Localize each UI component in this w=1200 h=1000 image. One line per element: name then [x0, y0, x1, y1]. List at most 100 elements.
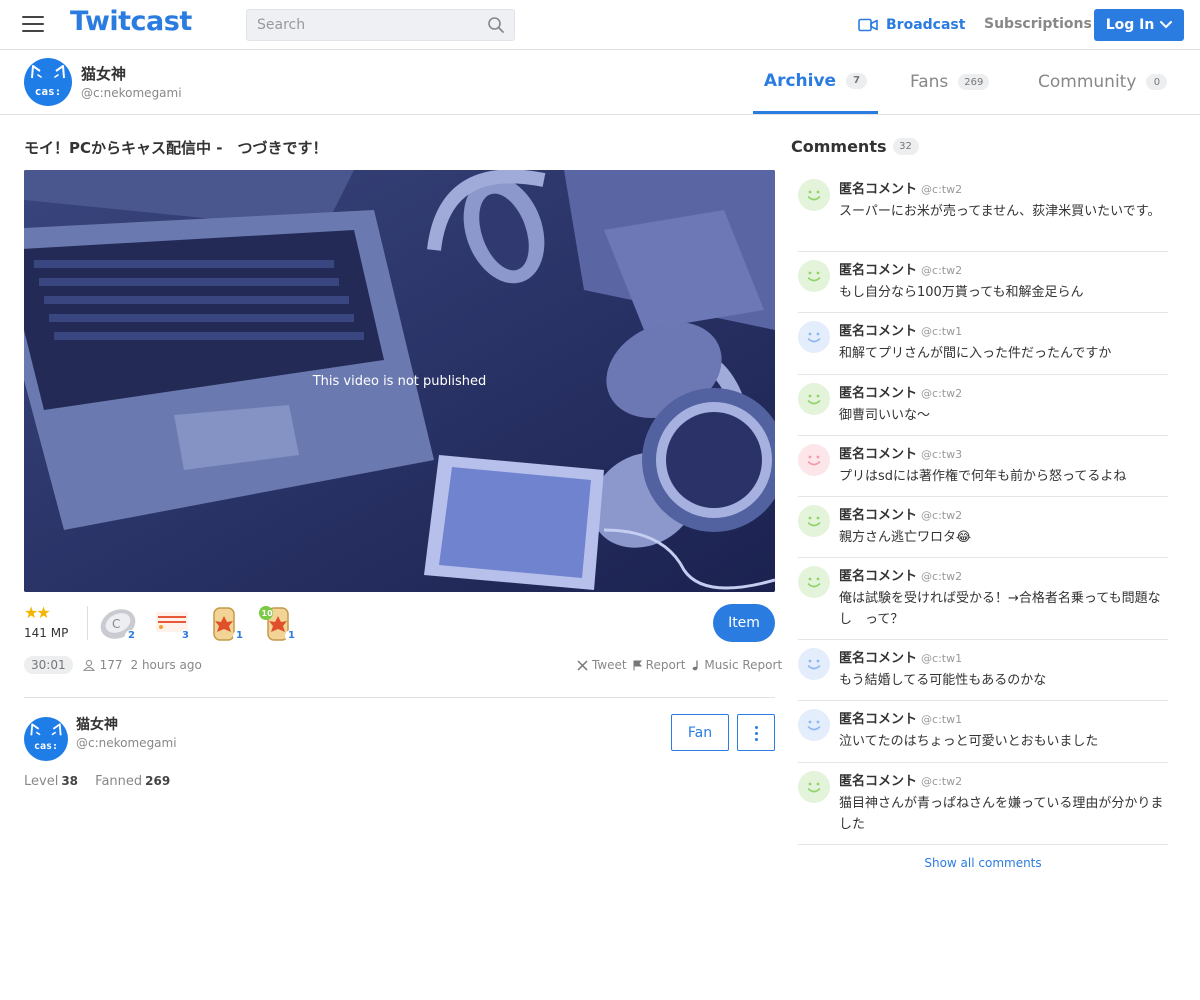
site-logo[interactable]: Twitcast [70, 6, 192, 37]
smiley-avatar-icon[interactable] [798, 648, 830, 680]
comment-item: 匿名コメント @c:tw1 もう結婚してる可能性もあるのかな [798, 640, 1168, 701]
comment-text: もう結婚してる可能性もあるのかな [839, 673, 1047, 688]
cat-ears-icon [31, 65, 65, 79]
gift-count: 1 [233, 630, 246, 642]
comment-author-name: 匿名コメント [839, 774, 918, 789]
comment-author[interactable]: 匿名コメント @c:tw2 [839, 259, 962, 278]
comment-item: 匿名コメント @c:tw2 親方さん逃亡ワロタ😂 [798, 497, 1168, 558]
divider [87, 606, 88, 640]
broadcaster-handle: @c:nekomegami [76, 736, 177, 750]
comment-author[interactable]: 匿名コメント @c:tw2 [839, 178, 962, 197]
viewer-count: 177 [82, 658, 123, 672]
fan-button[interactable]: Fan [671, 714, 729, 751]
channel-name[interactable]: 猫女神 [81, 63, 126, 84]
comment-author-name: 匿名コメント [839, 447, 918, 462]
fanned-label: Fanned [95, 774, 143, 789]
gift-count: 2 [125, 630, 138, 642]
comment-item: 匿名コメント @c:tw2 スーパーにお米が売ってません、荻津米買いたいです。 [798, 171, 1168, 252]
channel-handle: @c:nekomegami [81, 86, 182, 100]
search-box [246, 9, 515, 41]
comment-author[interactable]: 匿名コメント @c:tw2 [839, 770, 962, 789]
x-logo-icon [577, 659, 588, 671]
comment-item: 匿名コメント @c:tw1 和解てプリさんが間に入った件だったんですか [798, 313, 1168, 375]
menu-icon[interactable] [22, 16, 44, 34]
more-dots-icon [755, 738, 758, 741]
comment-text: 泣いてたのはちょっと可愛いとおもいました [839, 734, 1099, 749]
smiley-avatar-icon[interactable] [798, 444, 830, 476]
smiley-avatar-icon[interactable] [798, 505, 830, 537]
comment-author-name: 匿名コメント [839, 508, 918, 523]
count-badge: 0 [1146, 74, 1168, 90]
smiley-avatar-icon[interactable] [798, 383, 830, 415]
comment-author[interactable]: 匿名コメント @c:tw2 [839, 504, 962, 523]
broadcast-link[interactable]: Broadcast [858, 15, 965, 35]
video-camera-icon [858, 18, 878, 32]
comments-count-badge: 32 [892, 138, 919, 155]
smiley-avatar-icon[interactable] [798, 566, 830, 598]
comment-author-name: 匿名コメント [839, 182, 918, 197]
search-input[interactable] [247, 10, 479, 40]
comment-item: 匿名コメント @c:tw1 泣いてたのはちょっと可愛いとおもいました [798, 701, 1168, 763]
subscriptions-link[interactable]: Subscriptions [984, 16, 1092, 32]
top-header: Twitcast Broadcast Subscriptions Log In [0, 0, 1200, 50]
report-link[interactable]: Report [633, 658, 685, 672]
tweet-link[interactable]: Tweet [577, 658, 627, 672]
more-dots-icon [755, 726, 758, 729]
avatar[interactable]: cas: [24, 58, 72, 106]
comments-header: Comments 32 [791, 137, 919, 156]
item-button[interactable]: Item [713, 604, 775, 642]
more-options-button[interactable] [737, 714, 775, 751]
mp-score: 141 MP [24, 626, 69, 640]
tweet-label: Tweet [592, 658, 627, 672]
duration-badge: 30:01 [24, 656, 73, 674]
comment-author-id: @c:tw2 [921, 775, 963, 788]
comment-author[interactable]: 匿名コメント @c:tw3 [839, 443, 962, 462]
comment-item: 匿名コメント @c:tw3 プリはsdには著作権で何年も前から怒ってるよね [798, 436, 1168, 497]
cat-ears-icon [30, 723, 62, 736]
rating: ★★ 141 MP [24, 604, 72, 641]
broadcaster-avatar[interactable]: cas: [24, 717, 68, 761]
gift-item[interactable]: 1 [206, 604, 246, 642]
tab-community[interactable]: Community 0 [1038, 50, 1168, 114]
divider [24, 697, 775, 698]
comment-author-id: @c:tw1 [921, 713, 963, 726]
tab-fans[interactable]: Fans 269 [910, 50, 990, 114]
comment-author-id: @c:tw1 [921, 652, 963, 665]
comment-author[interactable]: 匿名コメント @c:tw1 [839, 708, 962, 727]
gift-item[interactable]: 10 1 [258, 604, 298, 642]
comment-item: 匿名コメント @c:tw2 もし自分なら100万貰っても和解金足らん [798, 252, 1168, 313]
comment-author-name: 匿名コメント [839, 712, 918, 727]
video-player[interactable]: This video is not published [24, 170, 775, 592]
gift-count: 1 [285, 630, 298, 642]
comment-text: スーパーにお米が売ってません、荻津米買いたいです。 [839, 204, 1161, 219]
search-icon[interactable] [487, 16, 505, 34]
avatar-text: cas: [33, 741, 59, 752]
smiley-avatar-icon[interactable] [798, 179, 830, 211]
comment-author[interactable]: 匿名コメント @c:tw1 [839, 647, 962, 666]
level-label: Level [24, 774, 59, 789]
gift-item[interactable]: 3 [152, 604, 192, 642]
comment-author-name: 匿名コメント [839, 386, 918, 401]
smiley-avatar-icon[interactable] [798, 260, 830, 292]
comment-text: 御曹司いいな〜 [839, 408, 931, 423]
tab-label: Archive [763, 70, 837, 91]
music-note-icon [693, 660, 699, 670]
tab-archive[interactable]: Archive 7 [753, 50, 878, 114]
count-badge: 7 [846, 72, 868, 89]
chevron-down-icon [1160, 21, 1173, 29]
broadcaster-name[interactable]: 猫女神 [76, 714, 118, 734]
comment-author-id: @c:tw2 [921, 387, 963, 400]
music-report-link[interactable]: Music Report [691, 658, 782, 672]
comment-author[interactable]: 匿名コメント @c:tw2 [839, 565, 962, 584]
login-button[interactable]: Log In [1094, 9, 1184, 41]
smiley-avatar-icon[interactable] [798, 709, 830, 741]
smiley-avatar-icon[interactable] [798, 321, 830, 353]
gift-item[interactable]: C 2 [98, 604, 138, 642]
video-status-message: This video is not published [312, 374, 487, 389]
comment-author[interactable]: 匿名コメント @c:tw2 [839, 382, 962, 401]
comment-author[interactable]: 匿名コメント @c:tw1 [839, 320, 962, 339]
comment-author-id: @c:tw2 [921, 570, 963, 583]
smiley-avatar-icon[interactable] [798, 771, 830, 803]
show-all-comments-link[interactable]: Show all comments [798, 856, 1168, 870]
fanned-value: 269 [145, 774, 171, 788]
